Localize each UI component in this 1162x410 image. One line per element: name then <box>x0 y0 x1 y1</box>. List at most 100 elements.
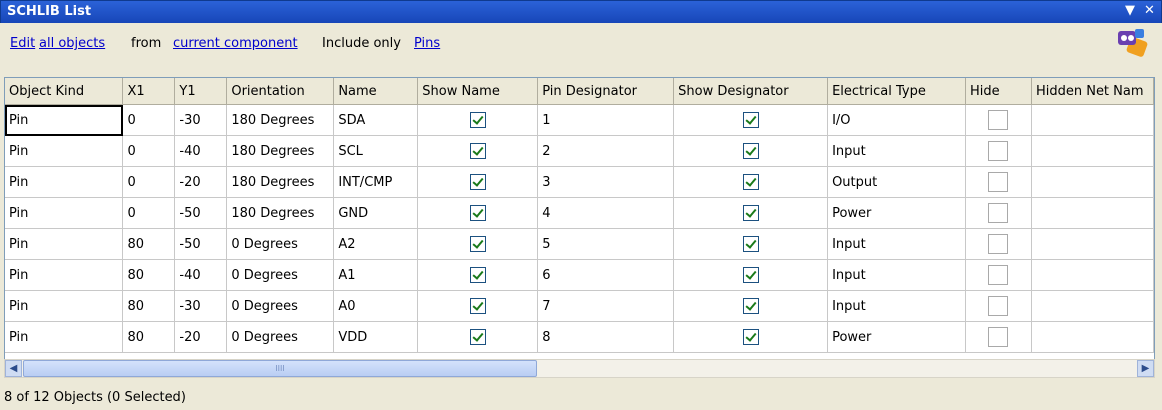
hidden-net-name-cell[interactable] <box>1031 321 1154 353</box>
hidden-net-name-cell[interactable] <box>1031 166 1154 198</box>
filter-link[interactable]: Pins <box>414 36 440 51</box>
show-name-checkbox-cell[interactable] <box>417 197 539 229</box>
orientation-cell[interactable]: 180 Degrees <box>226 166 335 198</box>
x1-cell[interactable]: 80 <box>122 259 176 291</box>
name-cell[interactable]: INT/CMP <box>333 166 419 198</box>
col-header-pin-designator[interactable]: Pin Designator <box>537 78 675 105</box>
electrical-type-cell[interactable]: Input <box>827 228 967 260</box>
hide-checkbox-cell[interactable] <box>965 135 1032 167</box>
scroll-left-icon[interactable]: ◀ <box>5 360 22 377</box>
x1-cell[interactable]: 80 <box>122 321 176 353</box>
show-name-checkbox-cell[interactable] <box>417 228 539 260</box>
show-name-checkbox-cell[interactable] <box>417 321 539 353</box>
edit-link[interactable]: Edit <box>10 36 35 51</box>
name-cell[interactable]: A2 <box>333 228 419 260</box>
orientation-cell[interactable]: 180 Degrees <box>226 104 335 136</box>
hidden-net-name-cell[interactable] <box>1031 259 1154 291</box>
col-header-orientation[interactable]: Orientation <box>226 78 335 105</box>
electrical-type-cell[interactable]: Input <box>827 135 967 167</box>
show-designator-checkbox[interactable] <box>742 112 759 128</box>
object-kind-cell[interactable]: Pin <box>5 228 124 260</box>
hide-checkbox-cell[interactable] <box>965 321 1032 353</box>
table-row[interactable]: Pin 0 -20 180 Degrees INT/CMP 3 Output <box>5 166 1154 198</box>
show-name-checkbox-cell[interactable] <box>417 290 539 322</box>
hide-checkbox[interactable] <box>988 234 1009 254</box>
source-link[interactable]: current component <box>173 36 298 51</box>
show-name-checkbox[interactable] <box>469 174 486 190</box>
show-name-checkbox[interactable] <box>469 329 486 345</box>
x1-cell[interactable]: 0 <box>122 166 176 198</box>
hide-checkbox-cell[interactable] <box>965 259 1032 291</box>
show-designator-checkbox[interactable] <box>742 298 759 314</box>
y1-cell[interactable]: -50 <box>174 197 228 229</box>
electrical-type-cell[interactable]: Output <box>827 166 967 198</box>
table-row[interactable]: Pin 80 -50 0 Degrees A2 5 Input <box>5 228 1154 260</box>
show-designator-checkbox-cell[interactable] <box>673 166 829 198</box>
hidden-net-name-cell[interactable] <box>1031 135 1154 167</box>
hide-checkbox-cell[interactable] <box>965 104 1032 136</box>
orientation-cell[interactable]: 0 Degrees <box>226 228 335 260</box>
table-row[interactable]: Pin 80 -40 0 Degrees A1 6 Input <box>5 259 1154 291</box>
hide-checkbox[interactable] <box>988 327 1009 347</box>
show-designator-checkbox[interactable] <box>742 205 759 221</box>
y1-cell[interactable]: -30 <box>174 290 228 322</box>
col-header-electrical-type[interactable]: Electrical Type <box>827 78 967 105</box>
y1-cell[interactable]: -40 <box>174 259 228 291</box>
y1-cell[interactable]: -50 <box>174 228 228 260</box>
electrical-type-cell[interactable]: Input <box>827 259 967 291</box>
y1-cell[interactable]: -40 <box>174 135 228 167</box>
object-kind-cell[interactable]: Pin <box>5 321 124 353</box>
y1-cell[interactable]: -20 <box>174 321 228 353</box>
pin-designator-cell[interactable]: 2 <box>537 135 675 167</box>
name-cell[interactable]: A1 <box>333 259 419 291</box>
hide-checkbox-cell[interactable] <box>965 197 1032 229</box>
scope-link[interactable]: all objects <box>39 36 105 51</box>
table-row[interactable]: Pin 80 -20 0 Degrees VDD 8 Power <box>5 321 1154 353</box>
name-cell[interactable]: A0 <box>333 290 419 322</box>
object-grid[interactable]: Object Kind X1 Y1 Orientation Name Show … <box>4 77 1155 361</box>
hidden-net-name-cell[interactable] <box>1031 197 1154 229</box>
electrical-type-cell[interactable]: Power <box>827 321 967 353</box>
x1-cell[interactable]: 0 <box>122 197 176 229</box>
show-designator-checkbox[interactable] <box>742 267 759 283</box>
name-cell[interactable]: VDD <box>333 321 419 353</box>
hidden-net-name-cell[interactable] <box>1031 228 1154 260</box>
pin-designator-cell[interactable]: 4 <box>537 197 675 229</box>
show-designator-checkbox-cell[interactable] <box>673 228 829 260</box>
col-header-y1[interactable]: Y1 <box>174 78 228 105</box>
show-designator-checkbox-cell[interactable] <box>673 104 829 136</box>
show-designator-checkbox[interactable] <box>742 329 759 345</box>
x1-cell[interactable]: 0 <box>122 135 176 167</box>
show-designator-checkbox-cell[interactable] <box>673 135 829 167</box>
object-kind-cell[interactable]: Pin <box>5 166 124 198</box>
show-name-checkbox-cell[interactable] <box>417 135 539 167</box>
show-name-checkbox-cell[interactable] <box>417 104 539 136</box>
col-header-x1[interactable]: X1 <box>122 78 176 105</box>
show-designator-checkbox-cell[interactable] <box>673 290 829 322</box>
scroll-right-icon[interactable]: ▶ <box>1137 360 1154 377</box>
hide-checkbox-cell[interactable] <box>965 290 1032 322</box>
pin-designator-cell[interactable]: 6 <box>537 259 675 291</box>
orientation-cell[interactable]: 0 Degrees <box>226 259 335 291</box>
name-cell[interactable]: SDA <box>333 104 419 136</box>
horizontal-scrollbar[interactable]: ◀ IIII ▶ <box>4 359 1155 378</box>
electrical-type-cell[interactable]: Power <box>827 197 967 229</box>
hidden-net-name-cell[interactable] <box>1031 290 1154 322</box>
show-name-checkbox[interactable] <box>469 143 486 159</box>
object-kind-cell[interactable]: Pin <box>5 104 124 136</box>
show-name-checkbox[interactable] <box>469 236 486 252</box>
electrical-type-cell[interactable]: Input <box>827 290 967 322</box>
panel-menu-icon[interactable]: ▼ <box>1125 3 1135 18</box>
col-header-hide[interactable]: Hide <box>965 78 1032 105</box>
table-row[interactable]: Pin 0 -40 180 Degrees SCL 2 Input <box>5 135 1154 167</box>
hide-checkbox[interactable] <box>988 203 1009 223</box>
list-filter-icon[interactable] <box>1114 27 1148 57</box>
table-row[interactable]: Pin 0 -50 180 Degrees GND 4 Power <box>5 197 1154 229</box>
hide-checkbox[interactable] <box>988 172 1009 192</box>
col-header-show-name[interactable]: Show Name <box>417 78 539 105</box>
orientation-cell[interactable]: 180 Degrees <box>226 197 335 229</box>
pin-designator-cell[interactable]: 1 <box>537 104 675 136</box>
x1-cell[interactable]: 0 <box>122 104 176 136</box>
show-designator-checkbox-cell[interactable] <box>673 197 829 229</box>
show-designator-checkbox[interactable] <box>742 143 759 159</box>
